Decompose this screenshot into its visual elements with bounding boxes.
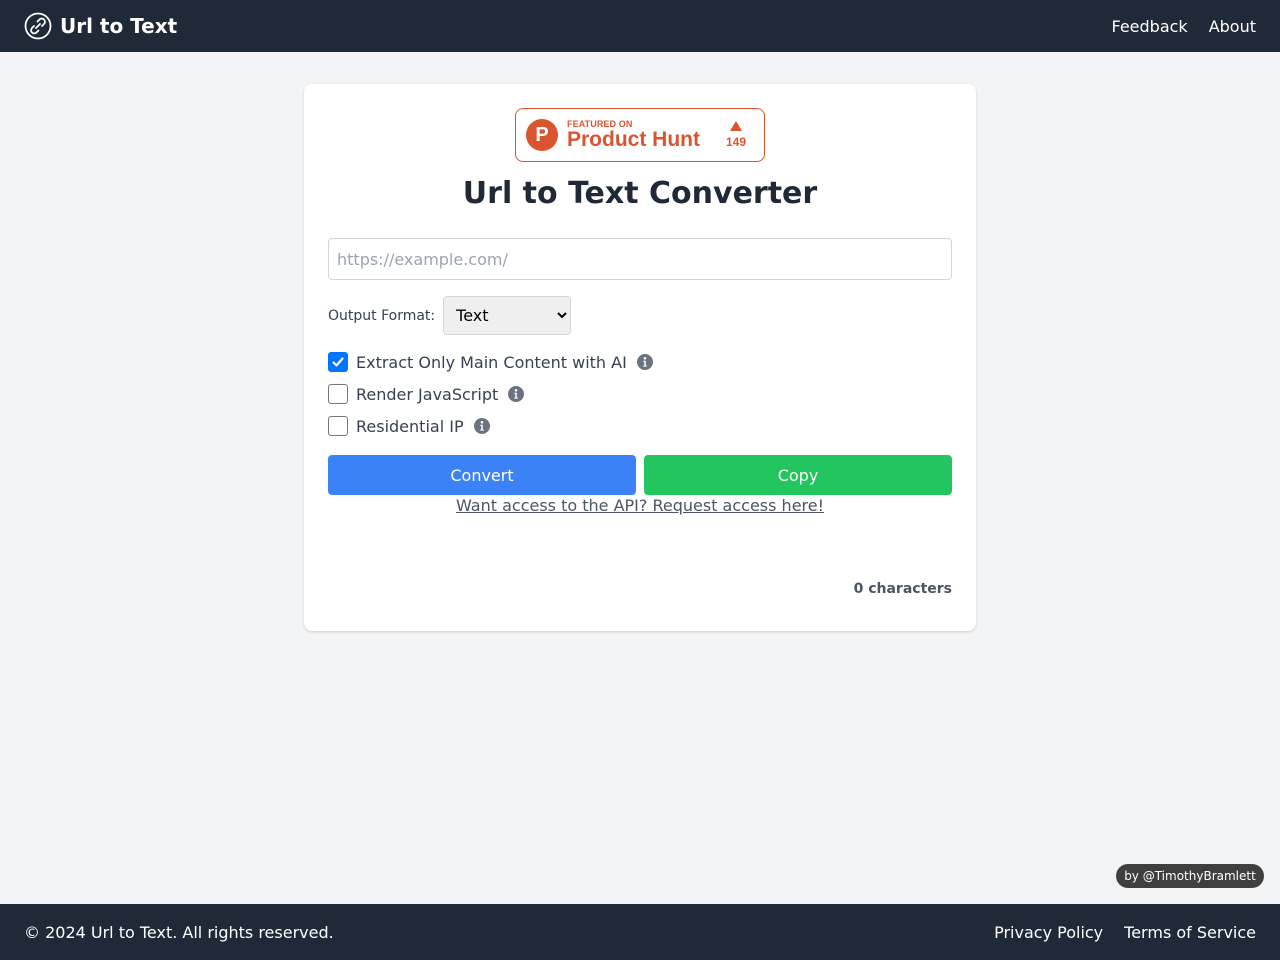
- product-hunt-text: FEATURED ON Product Hunt: [567, 119, 700, 151]
- brand[interactable]: Url to Text: [24, 12, 177, 40]
- top-navbar: Url to Text Feedback About: [0, 0, 1280, 52]
- residential-ip-checkbox[interactable]: [328, 416, 348, 436]
- checkmark-icon: [332, 357, 344, 367]
- extract-main-content-checkbox[interactable]: [328, 352, 348, 372]
- info-icon[interactable]: [636, 354, 653, 370]
- footer: © 2024 Url to Text. All rights reserved.…: [0, 904, 1280, 960]
- top-nav: Feedback About: [1111, 17, 1256, 36]
- output-format-label: Output Format:: [328, 307, 436, 324]
- option-render-javascript[interactable]: Render JavaScript: [328, 384, 525, 404]
- option-residential-ip[interactable]: Residential IP: [328, 416, 490, 436]
- product-hunt-vote-count: 149: [725, 135, 746, 149]
- render-javascript-label: Render JavaScript: [356, 384, 499, 404]
- upvote-triangle-icon: [729, 121, 742, 131]
- character-count: 0 characters: [853, 581, 952, 597]
- terms-of-service-link[interactable]: Terms of Service: [1124, 923, 1256, 942]
- privacy-policy-link[interactable]: Privacy Policy: [994, 923, 1103, 942]
- nav-feedback-link[interactable]: Feedback: [1111, 17, 1187, 36]
- author-credit-badge[interactable]: by @TimothyBramlett: [1116, 864, 1264, 888]
- brand-title: Url to Text: [60, 14, 178, 38]
- product-hunt-logo-icon: P: [526, 119, 558, 151]
- page-title: Url to Text Converter: [462, 176, 818, 211]
- output-format-row: Output Format: Text: [328, 296, 572, 335]
- extract-main-content-label: Extract Only Main Content with AI: [356, 352, 627, 372]
- option-extract-main-content[interactable]: Extract Only Main Content with AI: [328, 352, 653, 372]
- info-icon[interactable]: [473, 418, 490, 434]
- convert-button[interactable]: Convert: [328, 455, 636, 495]
- nav-about-link[interactable]: About: [1209, 17, 1256, 36]
- product-hunt-badge[interactable]: P FEATURED ON Product Hunt 149: [515, 108, 765, 162]
- api-access-link[interactable]: Want access to the API? Request access h…: [304, 496, 976, 515]
- footer-links: Privacy Policy Terms of Service: [994, 923, 1256, 942]
- product-hunt-name: Product Hunt: [567, 128, 700, 151]
- link-icon: [24, 12, 52, 40]
- render-javascript-checkbox[interactable]: [328, 384, 348, 404]
- info-icon[interactable]: [508, 386, 525, 402]
- residential-ip-label: Residential IP: [356, 416, 464, 436]
- converter-card: P FEATURED ON Product Hunt 149 Url to Te…: [304, 84, 976, 631]
- copy-button[interactable]: Copy: [644, 455, 952, 495]
- product-hunt-votes: 149: [726, 121, 746, 149]
- copyright-text: © 2024 Url to Text. All rights reserved.: [24, 922, 334, 942]
- url-input[interactable]: [328, 238, 952, 280]
- output-format-select[interactable]: Text: [443, 296, 572, 335]
